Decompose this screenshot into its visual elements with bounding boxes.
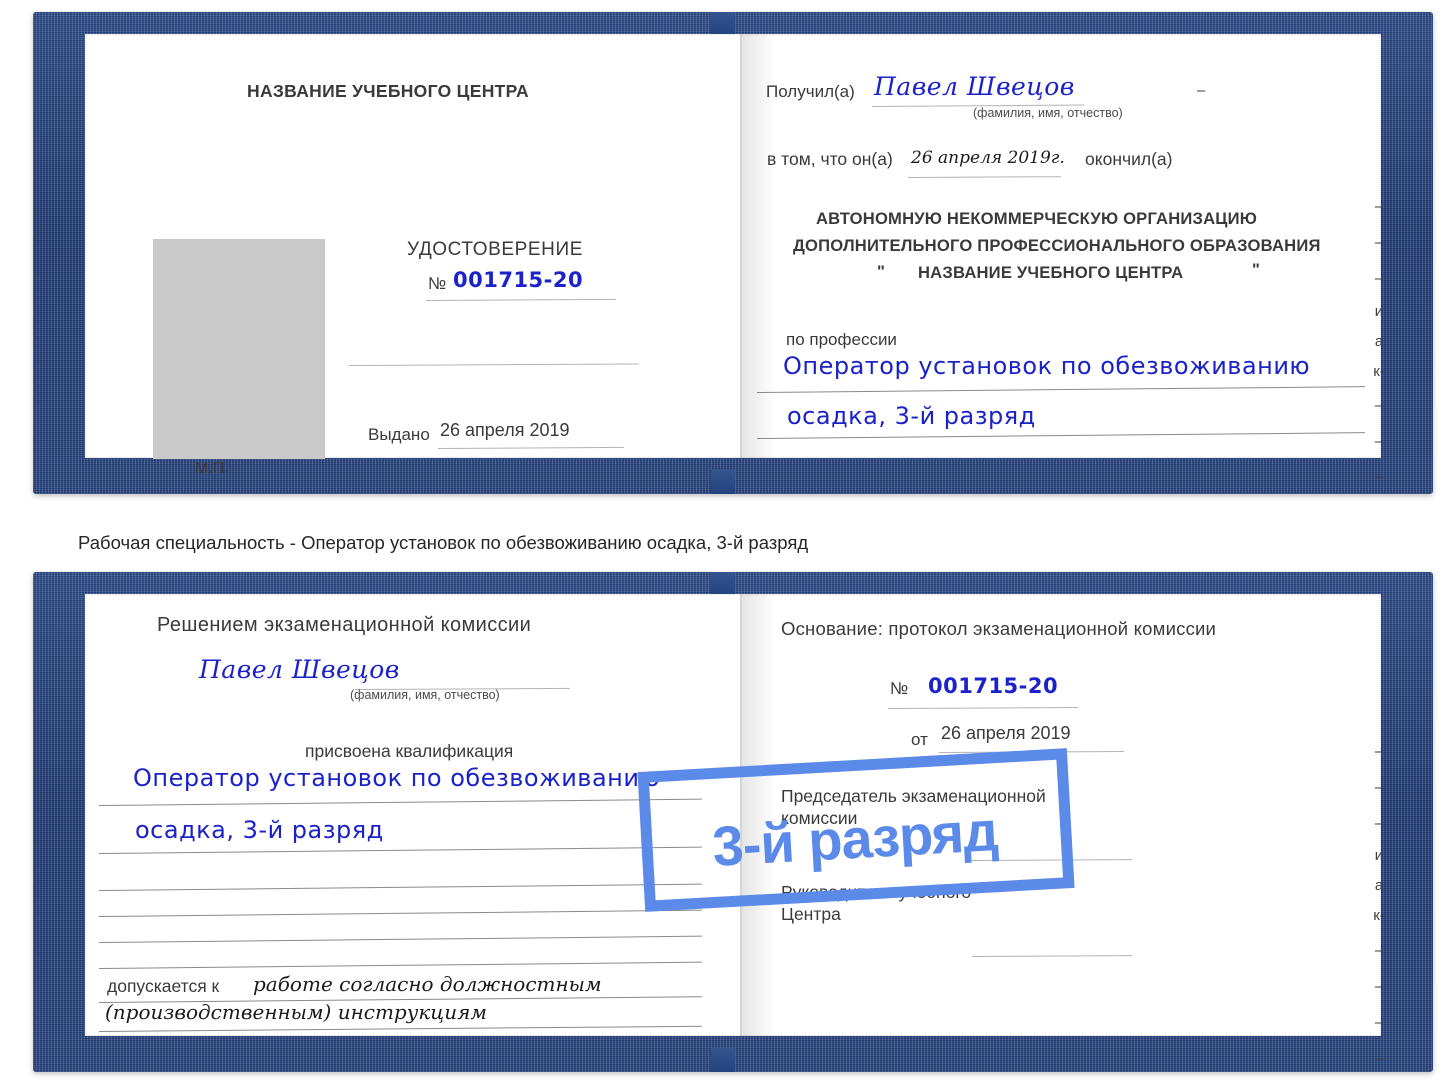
protocol-number-value: 001715-20	[928, 674, 1059, 698]
edge-item: и	[1374, 303, 1384, 320]
edge-item: –	[1374, 433, 1384, 450]
issued-label: Выдано	[368, 425, 430, 444]
edge-item: –	[1374, 198, 1384, 215]
number-label: №	[428, 274, 447, 293]
in-that-rule	[907, 176, 1062, 178]
admitted-line-2: (производственным) инструкциям	[105, 1000, 487, 1024]
qualification-line-2: осадка, 3-й разряд	[135, 816, 384, 844]
head-sign-rule	[971, 955, 1133, 957]
blank-rule-2	[98, 909, 702, 917]
admitted-line-1: работе согласно должностным	[253, 972, 602, 996]
qualification-label: присвоена квалификация	[305, 741, 514, 761]
edge-item: к-	[1373, 907, 1385, 924]
person-name: Павел Швецов	[199, 655, 400, 684]
profession-label: по профессии	[786, 330, 897, 349]
edge-item: –	[1374, 743, 1384, 760]
edge-item: –	[1374, 1050, 1384, 1067]
edge-dash-a: –	[1197, 82, 1206, 99]
edge-item: –	[1374, 397, 1384, 414]
number-rule	[425, 298, 616, 301]
edge-item: –	[1374, 469, 1384, 486]
edge-item: –	[1374, 978, 1384, 995]
edge-item: –	[1374, 1014, 1384, 1031]
edge-column-bottom: – – – и а к- – – – –	[1368, 744, 1390, 1066]
issued-rule	[437, 446, 624, 449]
head-line-1: Руководитель учебного	[781, 882, 972, 902]
head-line-2: Центра	[781, 904, 841, 924]
commission-decision-heading: Решением экзаменационной комиссии	[157, 614, 532, 636]
org-line-2: ДОПОЛНИТЕЛЬНОГО ПРОФЕССИОНАЛЬНОГО ОБРАЗО…	[793, 236, 1321, 255]
edge-item: –	[1374, 815, 1384, 832]
qual-rule-2	[98, 846, 702, 854]
edge-item: а	[1374, 333, 1384, 350]
protocol-date-value: 26 апреля 2019	[941, 723, 1071, 743]
org-quote-open: "	[877, 262, 885, 281]
number-value: 001715-20	[453, 268, 584, 292]
edge-item: к-	[1373, 363, 1385, 380]
blank-rule-1	[348, 363, 639, 366]
photo-placeholder	[153, 239, 325, 459]
spine-tab-bottom	[711, 470, 735, 494]
edge-item: –	[1374, 234, 1384, 251]
received-value: Павел Швецов	[874, 72, 1075, 101]
admitted-rule-2	[98, 1025, 702, 1032]
edge-item: а	[1374, 877, 1384, 894]
udostoverenie-title: УДОСТОВЕРЕНИЕ	[407, 239, 584, 260]
org-quote-close: "	[1252, 260, 1260, 279]
fio-hint: (фамилия, имя, отчество)	[973, 106, 1123, 120]
edge-item: –	[1374, 779, 1384, 796]
edge-column-top: – – – и а к- – – –	[1368, 199, 1390, 485]
blank-rule-1	[98, 883, 702, 891]
in-that-label: в том, что он(а)	[767, 149, 893, 169]
profession-rule-1	[756, 386, 1365, 393]
in-that-value: 26 апреля 2019г.	[911, 148, 1065, 168]
protocol-date-label: от	[911, 730, 928, 749]
spine-tab-bottom	[711, 1048, 735, 1072]
paper-spread-top: НАЗВАНИЕ УЧЕБНОГО ЦЕНТРА УДОСТОВЕРЕНИЕ №…	[85, 34, 1385, 485]
blank-rule-4	[98, 961, 702, 969]
spine-tab-top	[711, 12, 735, 36]
profession-line-1: Оператор установок по обезвоживанию	[783, 352, 1311, 380]
blank-rule-3	[98, 935, 702, 943]
fio-hint: (фамилия, имя, отчество)	[350, 688, 500, 702]
certificate-top: НАЗВАНИЕ УЧЕБНОГО ЦЕНТРА УДОСТОВЕРЕНИЕ №…	[33, 12, 1433, 494]
protocol-date-rule	[938, 751, 1125, 753]
profession-line-2: осадка, 3-й разряд	[787, 402, 1036, 430]
profession-rule-2	[756, 432, 1365, 439]
page-caption: Рабочая специальность - Оператор установ…	[78, 532, 809, 553]
spine-tab-top	[711, 572, 735, 596]
finished-label: окончил(а)	[1085, 149, 1173, 169]
qualification-line-1: Оператор установок по обезвоживанию	[133, 764, 661, 792]
qual-rule-1	[98, 798, 702, 806]
edge-item: –	[1374, 942, 1384, 959]
org-line-3: НАЗВАНИЕ УЧЕБНОГО ЦЕНТРА	[918, 263, 1184, 282]
received-label: Получил(а)	[766, 82, 855, 101]
edge-item: и	[1374, 847, 1384, 864]
basis-label: Основание: протокол экзаменационной коми…	[781, 618, 1217, 639]
issued-value: 26 апреля 2019	[440, 420, 570, 440]
admitted-label: допускается к	[107, 976, 220, 996]
training-center-name: НАЗВАНИЕ УЧЕБНОГО ЦЕНТРА	[247, 81, 529, 101]
protocol-number-label: №	[890, 679, 909, 698]
stamp-label: М.П.	[195, 460, 229, 477]
edge-item: –	[1374, 270, 1384, 287]
org-line-1: АВТОНОМНУЮ НЕКОММЕРЧЕСКУЮ ОРГАНИЗАЦИЮ	[816, 209, 1258, 228]
protocol-number-rule	[887, 707, 1078, 709]
